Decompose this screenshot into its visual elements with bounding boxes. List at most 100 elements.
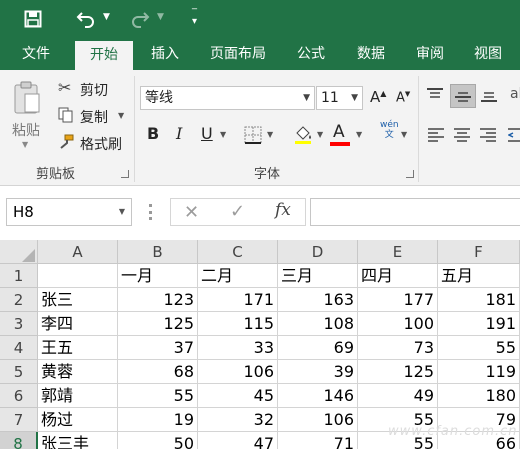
cell[interactable]: 108 — [278, 312, 358, 336]
row-header[interactable]: 2 — [0, 288, 38, 312]
redo-dropdown-icon[interactable]: ▼ — [157, 12, 164, 22]
cell[interactable]: 19 — [118, 408, 198, 432]
name-box[interactable]: H8 ▼ — [6, 198, 132, 226]
cell[interactable]: 125 — [358, 360, 438, 384]
column-header[interactable]: C — [198, 240, 278, 264]
borders-dropdown-icon[interactable]: ▼ — [267, 130, 273, 139]
phonetic-guide-button[interactable]: wén 文 — [380, 120, 399, 140]
fill-color-dropdown-icon[interactable]: ▼ — [317, 130, 323, 139]
row-header[interactable]: 3 — [0, 312, 38, 336]
row-header[interactable]: 5 — [0, 360, 38, 384]
align-left-icon[interactable] — [428, 128, 444, 142]
cell[interactable]: 二月 — [198, 264, 278, 288]
align-center-icon[interactable] — [454, 128, 470, 142]
cell[interactable]: 47 — [198, 432, 278, 449]
clipboard-launcher-icon[interactable] — [121, 170, 129, 178]
formula-bar-splitter-icon[interactable] — [149, 204, 152, 220]
formula-input[interactable] — [310, 198, 520, 226]
insert-function-icon[interactable]: fx — [275, 200, 291, 220]
column-header[interactable]: F — [438, 240, 520, 264]
cell[interactable]: 163 — [278, 288, 358, 312]
italic-button[interactable]: I — [176, 124, 182, 143]
cell[interactable]: 191 — [438, 312, 520, 336]
cell[interactable]: 123 — [118, 288, 198, 312]
row-header[interactable]: 4 — [0, 336, 38, 360]
cell[interactable]: 115 — [198, 312, 278, 336]
row-header[interactable]: 1 — [0, 264, 38, 288]
cancel-icon[interactable]: ✕ — [184, 202, 199, 223]
orientation-icon[interactable]: ab — [510, 86, 520, 102]
cell[interactable]: 李四 — [38, 312, 118, 336]
cell[interactable]: 三月 — [278, 264, 358, 288]
save-icon[interactable] — [24, 10, 42, 28]
cut-button[interactable]: 剪切 — [80, 80, 108, 100]
copy-icon[interactable] — [58, 107, 74, 123]
copy-button[interactable]: 复制 — [80, 107, 108, 127]
cell[interactable]: 37 — [118, 336, 198, 360]
cell[interactable]: 45 — [198, 384, 278, 408]
copy-dropdown-icon[interactable]: ▼ — [118, 111, 124, 120]
cell[interactable]: 32 — [198, 408, 278, 432]
cell[interactable] — [38, 264, 118, 288]
borders-icon[interactable] — [244, 126, 262, 144]
align-right-icon[interactable] — [480, 128, 496, 142]
font-size-combo[interactable]: 11 ▼ — [316, 86, 363, 110]
font-color-button[interactable]: A — [333, 122, 345, 142]
cell[interactable]: 106 — [198, 360, 278, 384]
cell[interactable]: 49 — [358, 384, 438, 408]
bold-button[interactable]: B — [147, 124, 159, 143]
font-launcher-icon[interactable] — [406, 170, 414, 178]
tab-data[interactable]: 数据 — [344, 38, 398, 70]
cell[interactable]: 55 — [118, 384, 198, 408]
tab-file[interactable]: 文件 — [8, 38, 64, 70]
paste-dropdown-icon[interactable]: ▼ — [22, 140, 28, 149]
cell[interactable]: 106 — [278, 408, 358, 432]
cell[interactable]: 73 — [358, 336, 438, 360]
customize-qat-icon[interactable]: ‾ ▾ — [192, 9, 197, 27]
underline-dropdown-icon[interactable]: ▼ — [220, 130, 226, 139]
cell[interactable]: 杨过 — [38, 408, 118, 432]
align-bottom-icon[interactable] — [480, 88, 498, 102]
tab-review[interactable]: 审阅 — [404, 38, 456, 70]
cell[interactable]: 33 — [198, 336, 278, 360]
paste-button[interactable]: 粘贴 — [12, 120, 40, 140]
cell[interactable]: 郭靖 — [38, 384, 118, 408]
cell[interactable]: 71 — [278, 432, 358, 449]
cell[interactable]: 180 — [438, 384, 520, 408]
column-header[interactable]: D — [278, 240, 358, 264]
cut-icon[interactable]: ✂ — [58, 78, 71, 97]
decrease-font-size-button[interactable]: A▼ — [396, 90, 410, 105]
row-header[interactable]: 8 — [0, 432, 38, 449]
cell[interactable]: 39 — [278, 360, 358, 384]
cell[interactable]: 黄蓉 — [38, 360, 118, 384]
cell[interactable]: 张三丰 — [38, 432, 118, 449]
cell[interactable]: 69 — [278, 336, 358, 360]
decrease-indent-icon[interactable] — [508, 128, 520, 142]
cell[interactable]: 张三 — [38, 288, 118, 312]
align-top-icon[interactable] — [426, 88, 444, 102]
underline-button[interactable]: U — [201, 124, 213, 143]
cell[interactable]: 一月 — [118, 264, 198, 288]
fill-color-icon[interactable] — [293, 124, 313, 144]
column-header[interactable]: A — [38, 240, 118, 264]
undo-dropdown-icon[interactable]: ▼ — [103, 12, 110, 22]
row-header[interactable]: 6 — [0, 384, 38, 408]
cell[interactable]: 171 — [198, 288, 278, 312]
increase-font-size-button[interactable]: A▲ — [370, 88, 386, 106]
cell[interactable]: 50 — [118, 432, 198, 449]
cell[interactable]: 55 — [438, 336, 520, 360]
tab-insert[interactable]: 插入 — [138, 38, 192, 70]
font-color-dropdown-icon[interactable]: ▼ — [356, 130, 362, 139]
tab-page-layout[interactable]: 页面布局 — [198, 38, 278, 70]
cell[interactable]: 100 — [358, 312, 438, 336]
cell[interactable]: 177 — [358, 288, 438, 312]
format-painter-button[interactable]: 格式刷 — [80, 134, 122, 154]
tab-formulas[interactable]: 公式 — [286, 38, 336, 70]
cell[interactable]: 125 — [118, 312, 198, 336]
paste-icon[interactable] — [12, 80, 42, 116]
font-name-combo[interactable]: 等线 ▼ — [140, 86, 315, 110]
cell[interactable]: 四月 — [358, 264, 438, 288]
cell[interactable]: 王五 — [38, 336, 118, 360]
tab-view[interactable]: 视图 — [462, 38, 514, 70]
column-header[interactable]: B — [118, 240, 198, 264]
